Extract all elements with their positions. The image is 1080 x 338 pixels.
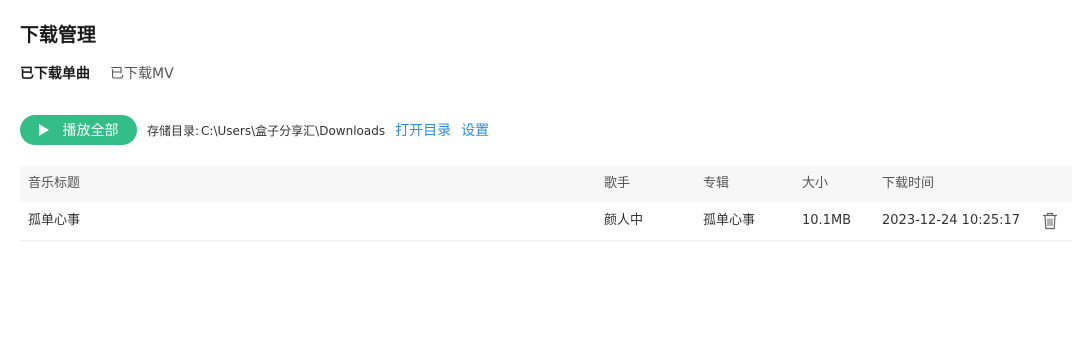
delete-button[interactable] [1040,202,1060,240]
download-manager-page: 下载管理 已下载单曲 已下载MV 播放全部 存储目录: C:\Users\盒子分… [0,0,1080,338]
column-header-size[interactable]: 大小 [802,166,828,202]
play-all-button[interactable]: 播放全部 [20,115,137,145]
song-artist[interactable]: 颜人中 [604,202,643,240]
song-title[interactable]: 孤单心事 [28,202,80,240]
trash-icon [1043,212,1057,230]
download-tabs: 已下载单曲 已下载MV [20,63,174,85]
table-header: 音乐标题 歌手 专辑 大小 下载时间 [20,166,1072,202]
play-icon [38,124,49,136]
storage-directory-path: C:\Users\盒子分享汇\Downloads [201,123,386,138]
tab-downloaded-songs[interactable]: 已下载单曲 [20,63,90,85]
toolbar: 播放全部 存储目录: C:\Users\盒子分享汇\Downloads 打开目录… [20,115,489,145]
downloads-table: 音乐标题 歌手 专辑 大小 下载时间 孤单心事 颜人中 孤单心事 10.1MB … [20,166,1072,241]
open-directory-link[interactable]: 打开目录 [395,120,451,140]
column-header-download-time[interactable]: 下载时间 [882,166,934,202]
column-header-artist[interactable]: 歌手 [604,166,630,202]
song-size: 10.1MB [802,213,852,228]
storage-directory-label: 存储目录: [147,123,200,138]
song-download-time: 2023-12-24 10:25:17 [882,213,1021,228]
table-row[interactable]: 孤单心事 颜人中 孤单心事 10.1MB 2023-12-24 10:25:17 [20,202,1072,241]
tab-downloaded-mv[interactable]: 已下载MV [110,63,174,85]
play-all-label: 播放全部 [62,123,119,139]
page-title: 下载管理 [20,24,97,46]
column-header-title[interactable]: 音乐标题 [28,166,80,202]
settings-link[interactable]: 设置 [461,120,489,140]
column-header-album[interactable]: 专辑 [703,166,729,202]
song-album[interactable]: 孤单心事 [703,202,755,240]
